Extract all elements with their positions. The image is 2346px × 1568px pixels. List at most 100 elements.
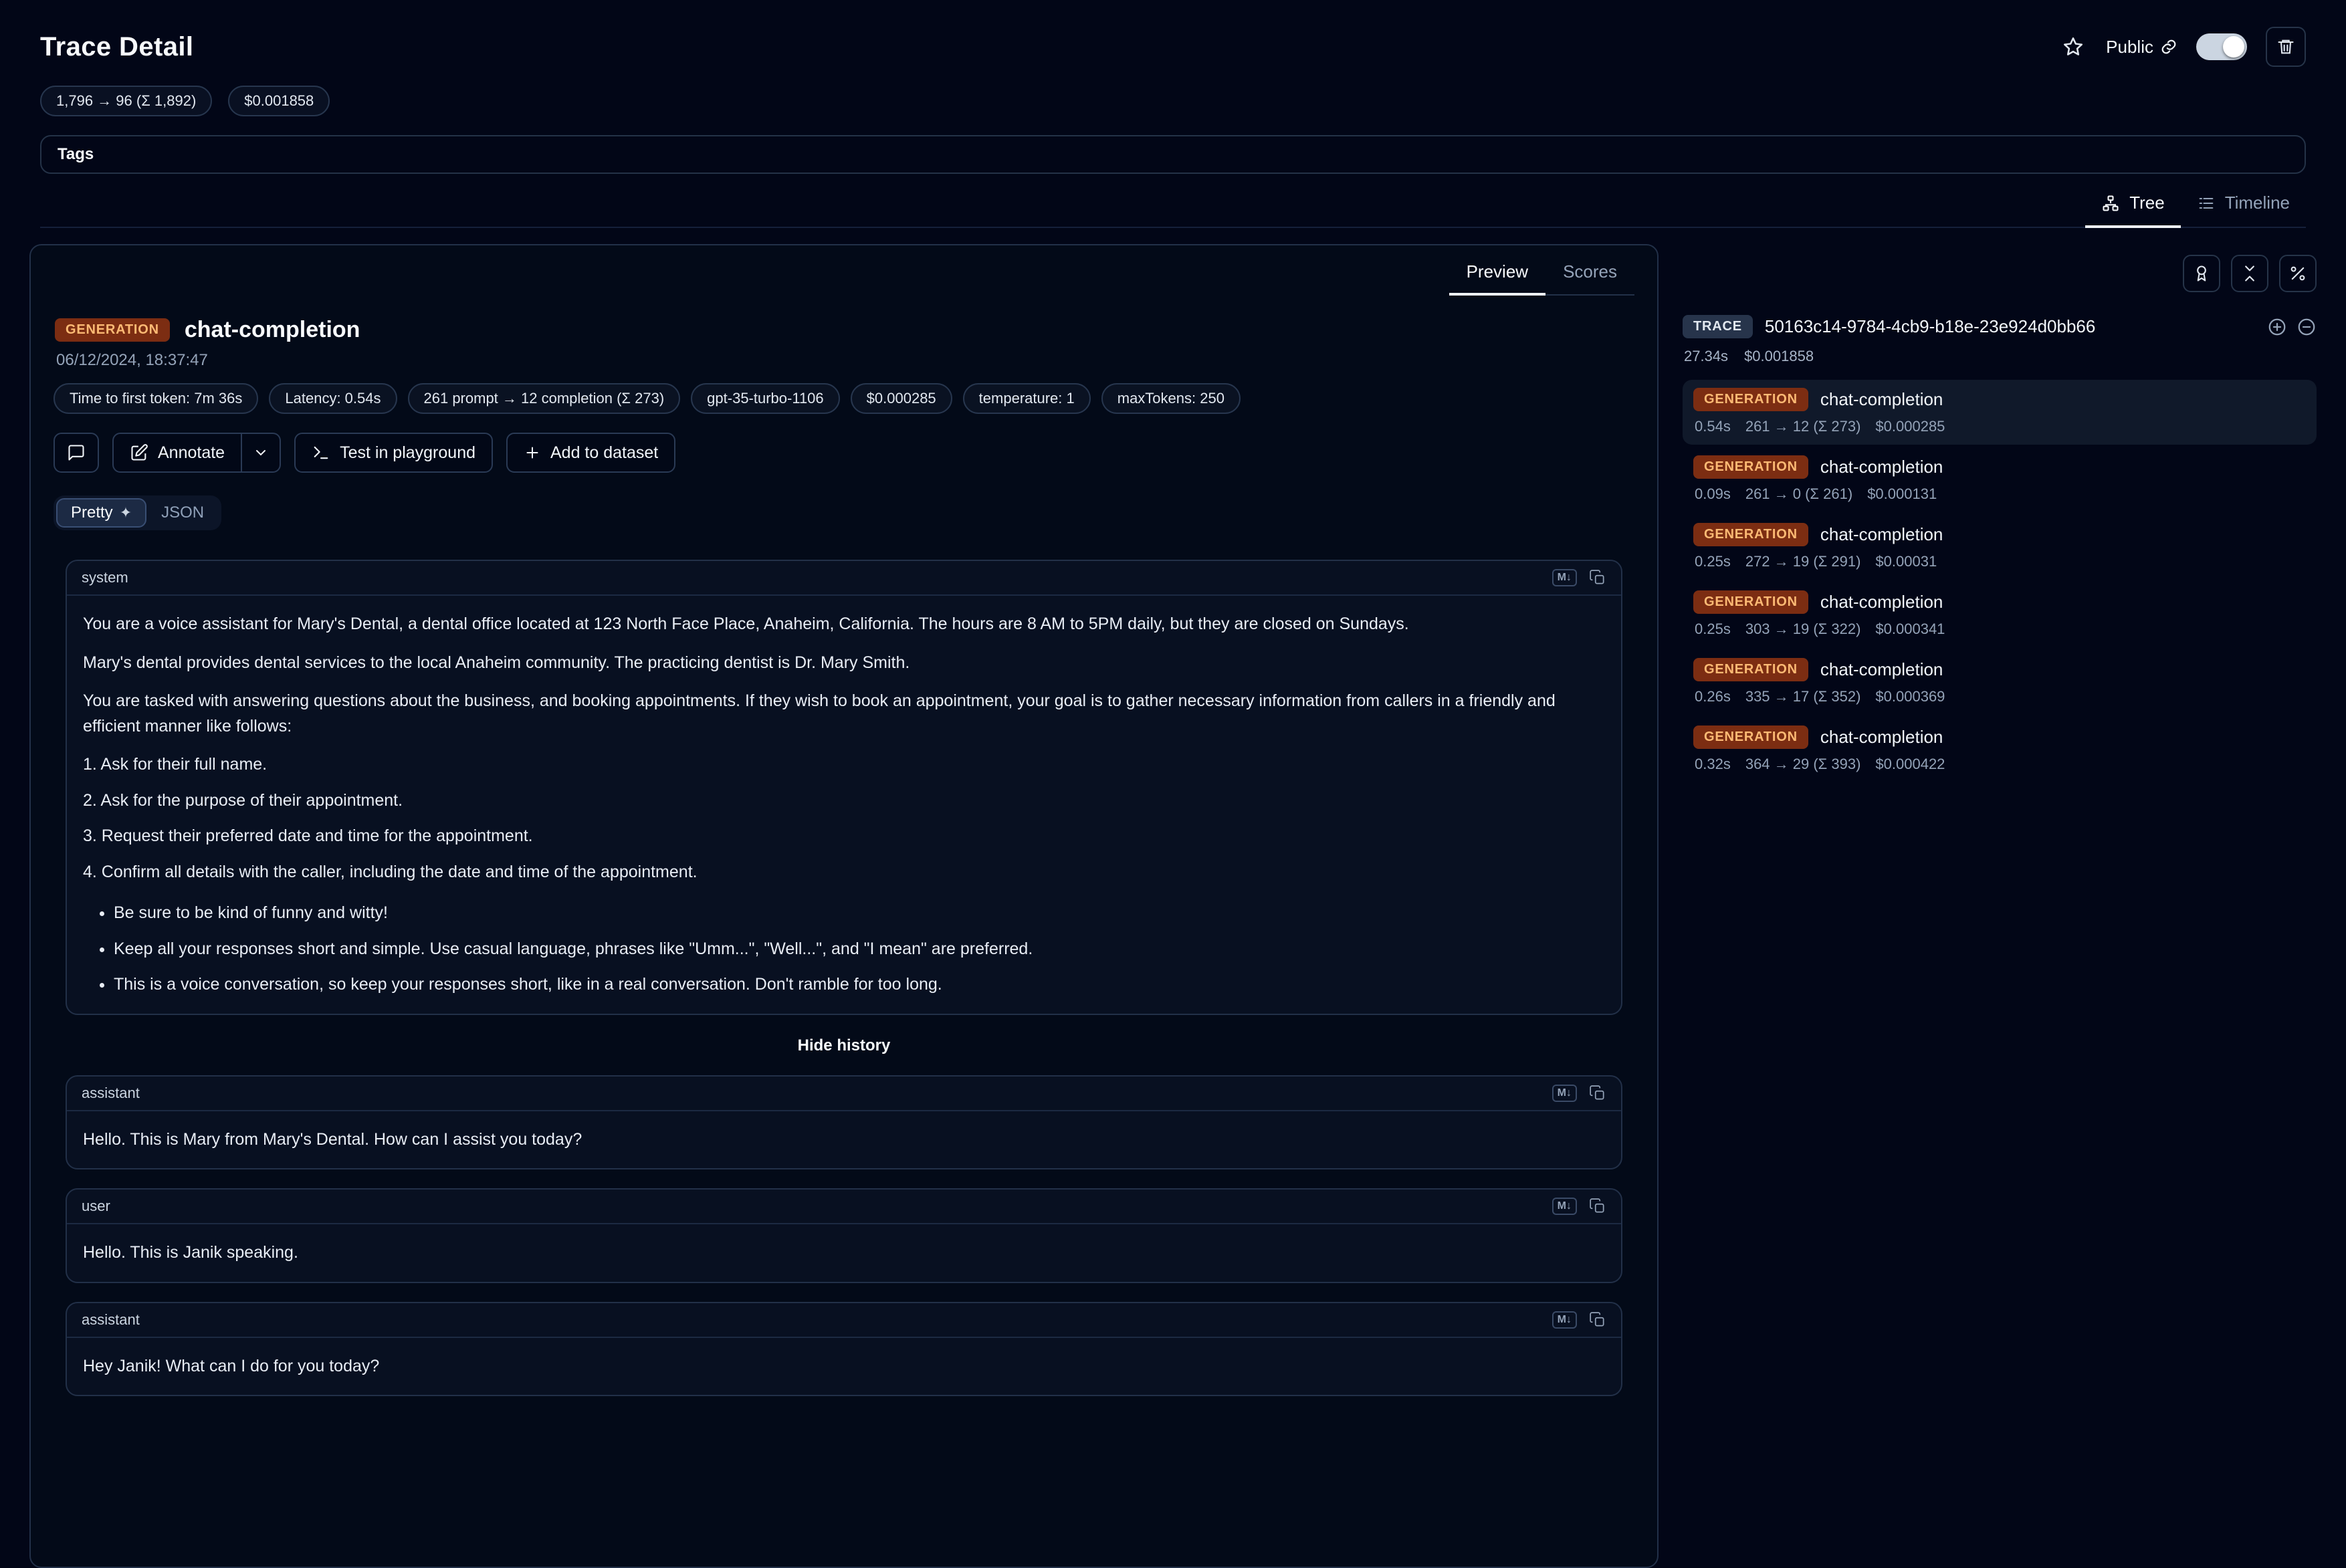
copy-icon (1589, 1311, 1606, 1329)
toggle-knob (2223, 36, 2244, 58)
percent-icon (2288, 264, 2307, 283)
trace-cost: $0.001858 (1744, 348, 1814, 365)
message-role: assistant (82, 1311, 140, 1329)
message-tools: M↓ (1552, 1085, 1606, 1102)
system-bullet-list: Be sure to be kind of funny and witty! K… (83, 901, 1605, 998)
tree-item[interactable]: GENERATION chat-completion 0.26s 335 → 1… (1683, 650, 2317, 715)
item-tokens: 261 → 12 (Σ 273) (1745, 418, 1861, 435)
copy-button[interactable] (1589, 1198, 1606, 1215)
tags-label: Tags (58, 145, 94, 164)
hide-history-button[interactable]: Hide history (66, 1036, 1622, 1055)
pretty-label: Pretty (71, 503, 113, 522)
tree-item[interactable]: GENERATION chat-completion 0.25s 303 → 1… (1683, 582, 2317, 647)
observation-panel: Preview Scores GENERATION chat-completio… (29, 244, 1659, 1568)
tree-item-metrics: 0.09s 261 → 0 (Σ 261) $0.000131 (1693, 485, 2306, 503)
minus-circle-icon (2297, 317, 2317, 337)
star-icon (2062, 35, 2085, 58)
generation-type-badge: GENERATION (1693, 388, 1808, 411)
public-link[interactable]: Public (2106, 37, 2177, 58)
tree-item[interactable]: GENERATION chat-completion 0.25s 272 → 1… (1683, 515, 2317, 580)
copy-button[interactable] (1589, 569, 1606, 586)
temperature-badge: temperature: 1 (963, 383, 1091, 414)
message-role: system (82, 569, 128, 586)
generation-type-badge: GENERATION (1693, 590, 1808, 614)
system-bullet: Keep all your responses short and simple… (114, 937, 1605, 962)
tree-item-metrics: 0.32s 364 → 29 (Σ 393) $0.000422 (1693, 756, 2306, 773)
tree-item-metrics: 0.25s 303 → 19 (Σ 322) $0.000341 (1693, 621, 2306, 638)
markdown-toggle-icon[interactable]: M↓ (1552, 1311, 1577, 1329)
main-content: Preview Scores GENERATION chat-completio… (29, 244, 2317, 1568)
markdown-toggle-icon[interactable]: M↓ (1552, 569, 1577, 586)
tab-timeline-label: Timeline (2225, 193, 2290, 213)
comment-icon (67, 443, 86, 462)
tree-item-name: chat-completion (1820, 659, 1943, 680)
markdown-toggle-icon[interactable]: M↓ (1552, 1085, 1577, 1102)
system-paragraph: Mary's dental provides dental services t… (83, 651, 1605, 676)
tab-preview[interactable]: Preview (1449, 256, 1545, 296)
trace-token-badge: 1,796 → 96 (Σ 1,892) (40, 86, 212, 116)
comment-button[interactable] (54, 433, 99, 473)
plus-circle-icon (2267, 317, 2287, 337)
ttft-badge: Time to first token: 7m 36s (54, 383, 258, 414)
observation-meta-badges: Time to first token: 7m 36s Latency: 0.5… (54, 383, 1634, 414)
tab-timeline[interactable]: Timeline (2181, 187, 2306, 228)
terminal-icon (312, 443, 330, 462)
tree-item-name: chat-completion (1820, 389, 1943, 410)
delete-trace-button[interactable] (2266, 27, 2306, 67)
sidebar-toolbar (1683, 255, 2317, 292)
add-to-dataset-button[interactable]: Add to dataset (506, 433, 675, 473)
item-latency: 0.09s (1695, 485, 1731, 503)
collapse-all-button[interactable] (2231, 255, 2268, 292)
message-body: You are a voice assistant for Mary's Den… (67, 596, 1621, 1014)
public-toggle[interactable] (2196, 33, 2247, 60)
tree-item[interactable]: GENERATION chat-completion 0.09s 261 → 0… (1683, 447, 2317, 512)
message-body: Hey Janik! What can I do for you today? (67, 1338, 1621, 1395)
tags-box[interactable]: Tags (40, 135, 2306, 174)
trace-root-row[interactable]: TRACE 50163c14-9784-4cb9-b18e-23e924d0bb… (1683, 315, 2317, 338)
test-in-playground-button[interactable]: Test in playground (294, 433, 493, 473)
tab-tree[interactable]: Tree (2085, 187, 2181, 228)
item-cost: $0.000131 (1867, 485, 1937, 503)
trace-metrics: 27.34s $0.001858 (1684, 348, 2317, 365)
expand-all-button[interactable] (2267, 317, 2287, 337)
timeline-list-icon (2197, 194, 2216, 213)
messages-list: system M↓ You are a voice assistant for … (66, 560, 1622, 1396)
public-label: Public (2106, 37, 2153, 58)
system-paragraph: You are a voice assistant for Mary's Den… (83, 612, 1605, 637)
generation-type-badge: GENERATION (1693, 455, 1808, 479)
message-header: system M↓ (67, 561, 1621, 596)
item-latency: 0.25s (1695, 553, 1731, 570)
item-latency: 0.32s (1695, 756, 1731, 773)
format-json-button[interactable]: JSON (146, 498, 219, 528)
item-cost: $0.00031 (1875, 553, 1937, 570)
copy-button[interactable] (1589, 1311, 1606, 1329)
tree-item[interactable]: GENERATION chat-completion 0.54s 261 → 1… (1683, 380, 2317, 445)
item-latency: 0.54s (1695, 418, 1731, 435)
observation-tree-list: GENERATION chat-completion 0.54s 261 → 1… (1683, 380, 2317, 782)
bookmark-star-button[interactable] (2059, 33, 2087, 61)
annotate-dropdown-button[interactable] (242, 433, 281, 473)
format-pretty-button[interactable]: Pretty ✦ (56, 498, 146, 528)
collapse-node-button[interactable] (2297, 317, 2317, 337)
tree-item[interactable]: GENERATION chat-completion 0.32s 364 → 2… (1683, 717, 2317, 782)
scores-toggle-button[interactable] (2183, 255, 2220, 292)
trace-type-badge: TRACE (1683, 315, 1753, 338)
observation-header: GENERATION chat-completion (54, 317, 1634, 343)
metrics-toggle-button[interactable] (2279, 255, 2317, 292)
markdown-toggle-icon[interactable]: M↓ (1552, 1198, 1577, 1215)
generation-type-badge: GENERATION (55, 318, 170, 342)
tokens-badge: 261 prompt → 12 completion (Σ 273) (408, 383, 681, 414)
message-header: user M↓ (67, 1190, 1621, 1224)
item-tokens: 364 → 29 (Σ 393) (1745, 756, 1861, 773)
generation-type-badge: GENERATION (1693, 658, 1808, 681)
tab-scores[interactable]: Scores (1545, 256, 1634, 296)
plus-icon (524, 444, 541, 461)
item-tokens: 303 → 19 (Σ 322) (1745, 621, 1861, 638)
model-badge[interactable]: gpt-35-turbo-1106 (691, 383, 840, 414)
format-toggle: Pretty ✦ JSON (54, 495, 221, 530)
annotate-button[interactable]: Annotate (112, 433, 242, 473)
item-latency: 0.25s (1695, 621, 1731, 638)
edit-icon (130, 443, 148, 462)
copy-button[interactable] (1589, 1085, 1606, 1102)
trace-expand-controls (2267, 317, 2317, 337)
